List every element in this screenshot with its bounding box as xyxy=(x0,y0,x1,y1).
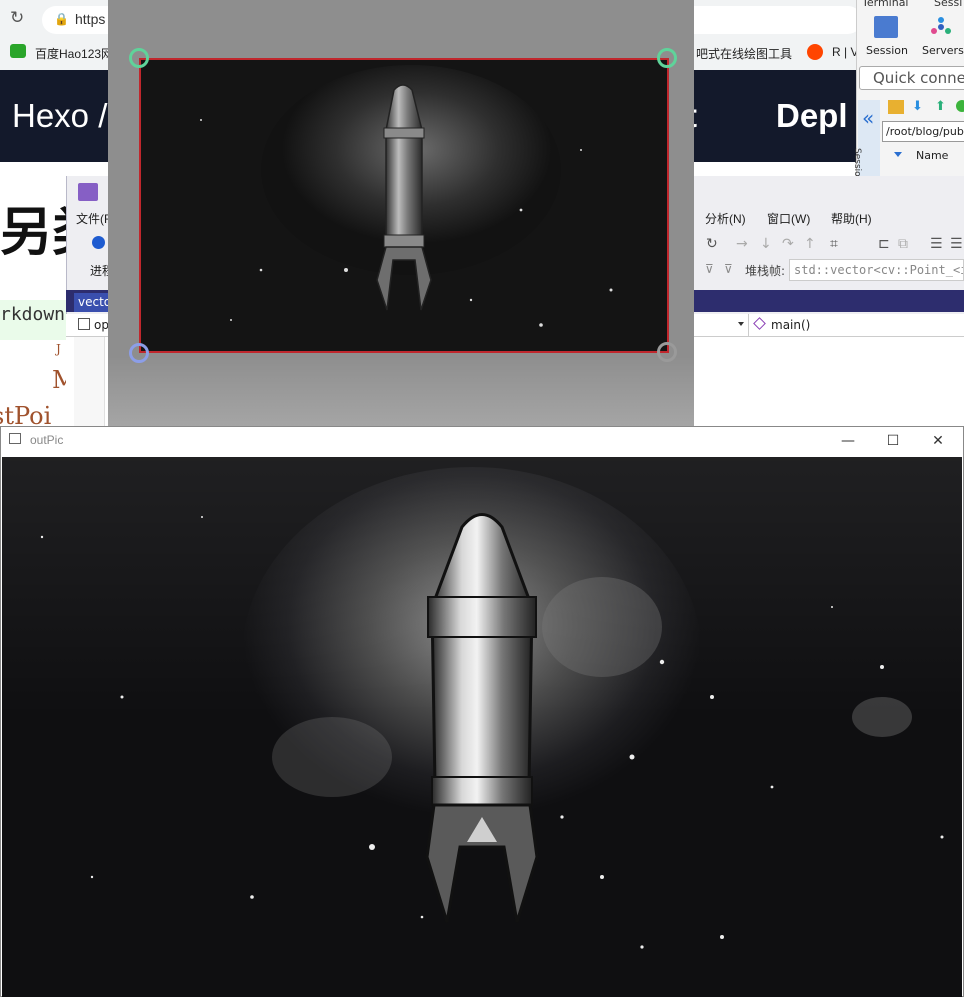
tab-session[interactable]: Sessi xyxy=(934,0,962,9)
comment-icon[interactable]: ☰ xyxy=(950,236,963,252)
corner-handle-bottom-right[interactable] xyxy=(657,342,677,362)
reddit-icon xyxy=(807,44,823,60)
site-title[interactable]: Hexo / xyxy=(12,97,107,135)
menu-window[interactable]: 窗口(W) xyxy=(767,210,810,227)
tab-terminal[interactable]: Terminal xyxy=(862,0,909,9)
function-select[interactable]: main() xyxy=(771,314,810,336)
output-image xyxy=(2,457,962,997)
step-over-icon[interactable]: → xyxy=(736,236,748,252)
refresh-icon[interactable] xyxy=(956,100,964,112)
stack-frame-select[interactable]: std::vector<cv::Point_<int>,std xyxy=(789,259,964,281)
reload-icon[interactable]: ↻ xyxy=(10,8,30,28)
window-shading xyxy=(108,356,694,426)
nav-divider xyxy=(748,314,749,336)
source-rocket-picture xyxy=(141,60,667,351)
step-out-icon[interactable]: ↷ xyxy=(782,236,794,252)
menu-help[interactable]: 帮助(H) xyxy=(831,210,872,227)
collapse-icon[interactable]: « xyxy=(862,106,874,130)
file-icon xyxy=(78,318,90,330)
session-icon[interactable] xyxy=(874,16,898,38)
close-button[interactable]: ✕ xyxy=(918,428,958,454)
lock-icon: 🔒 xyxy=(54,12,69,26)
text-fragment: J xyxy=(56,342,61,356)
folder-up-icon[interactable] xyxy=(888,100,904,114)
corner-handle-top-right[interactable] xyxy=(657,48,677,68)
bookmark-item[interactable]: 百度Hao123网 xyxy=(35,45,113,62)
download-icon[interactable]: ⬇ xyxy=(912,100,926,114)
nav-item-deploy[interactable]: Depl xyxy=(776,97,848,135)
session-label: Session xyxy=(866,44,908,57)
copy-icon[interactable]: ⧉ xyxy=(898,236,908,252)
address-text: https xyxy=(75,11,106,27)
back-icon[interactable] xyxy=(92,236,105,249)
window-app-icon xyxy=(9,433,21,444)
restart-icon[interactable]: ↻ xyxy=(706,236,718,252)
code-chip: rkdown xyxy=(0,300,70,340)
dropdown-arrow-icon[interactable] xyxy=(738,322,744,326)
source-image xyxy=(139,58,669,353)
upload-icon[interactable]: ⬆ xyxy=(935,100,949,114)
name-column-header[interactable]: Name xyxy=(916,149,948,162)
sort-arrow-icon xyxy=(894,152,902,157)
indent-icon[interactable]: ☰ xyxy=(930,236,943,252)
quick-connect-input[interactable]: Quick conne xyxy=(859,66,964,90)
window-title: outPic xyxy=(30,433,64,447)
step-back-icon[interactable]: ↑ xyxy=(804,236,816,252)
hao123-icon xyxy=(10,44,26,58)
file-scope-select[interactable]: op xyxy=(94,318,109,332)
thread-icon[interactable]: ⊏ xyxy=(878,236,890,252)
bookmark-item[interactable]: R | V xyxy=(832,45,858,59)
step-into-icon[interactable]: ↓ xyxy=(760,236,772,252)
stack-frame-label: 堆栈帧: xyxy=(745,264,786,278)
corner-handle-top-left[interactable] xyxy=(129,48,149,68)
editor-gutter xyxy=(74,337,105,426)
maximize-button[interactable]: ☐ xyxy=(873,428,913,454)
clear-filter-icon[interactable]: ⊽ xyxy=(724,262,733,276)
servers-label: Servers xyxy=(922,44,964,57)
servers-icon[interactable] xyxy=(930,16,952,38)
corner-handle-bottom-left[interactable] xyxy=(129,343,149,363)
menu-analyze[interactable]: 分析(N) xyxy=(705,210,746,227)
output-rocket-picture xyxy=(2,457,962,997)
minimize-button[interactable]: — xyxy=(828,428,868,454)
bookmark-item[interactable]: 吧式在线绘图工具 xyxy=(696,45,792,62)
remote-path-input[interactable]: /root/blog/public xyxy=(882,121,964,142)
filter-icon[interactable]: ⊽ xyxy=(705,262,714,276)
vs-logo-icon xyxy=(78,183,98,201)
hex-icon[interactable]: ⌗ xyxy=(830,236,838,252)
